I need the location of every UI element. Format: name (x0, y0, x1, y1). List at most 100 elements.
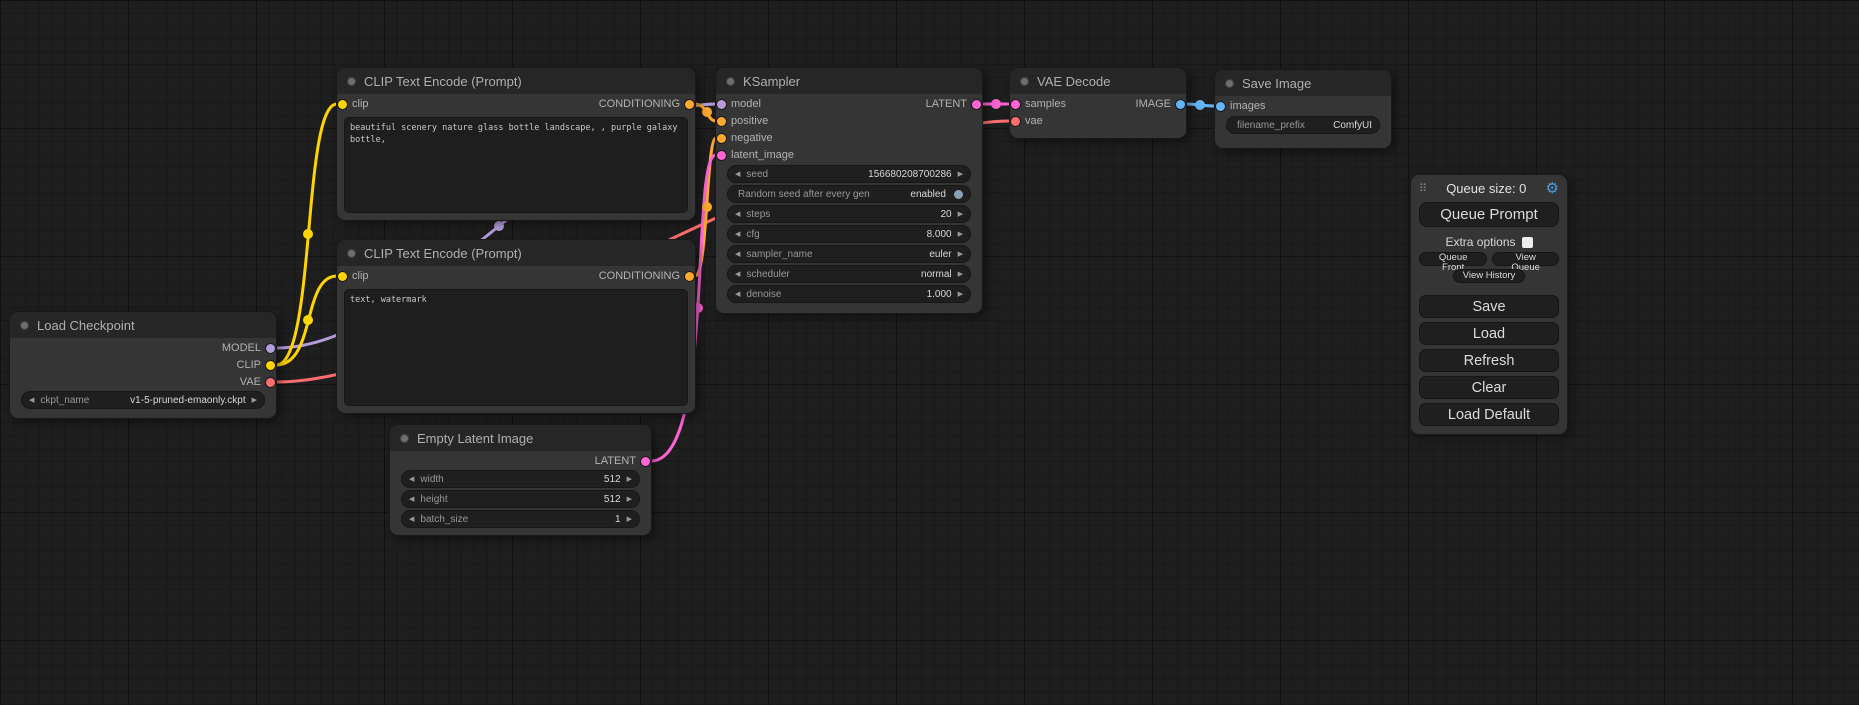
increment-icon[interactable]: ▶ (627, 516, 632, 523)
node-title: VAE Decode (1037, 74, 1110, 89)
output-label-model: MODEL (222, 342, 261, 354)
output-slot-image[interactable] (1176, 100, 1185, 109)
widget-label: filename_prefix (1237, 120, 1305, 131)
queue-front-button[interactable]: Queue Front (1419, 252, 1487, 266)
settings-gear-icon[interactable]: ⚙ (1546, 181, 1559, 196)
widget-seed[interactable]: ◀ seed 156680208700286 ▶ (728, 166, 970, 182)
node-title: Load Checkpoint (37, 318, 135, 333)
node-title-bar[interactable]: Save Image (1215, 70, 1391, 96)
output-label-image: IMAGE (1136, 98, 1171, 110)
prev-value-icon[interactable]: ◀ (29, 397, 34, 404)
collapse-dot-icon[interactable] (400, 434, 409, 443)
view-history-button[interactable]: View History (1453, 269, 1526, 283)
increment-icon[interactable]: ▶ (958, 211, 963, 218)
load-button[interactable]: Load (1419, 322, 1559, 345)
collapse-dot-icon[interactable] (1020, 77, 1029, 86)
collapse-dot-icon[interactable] (726, 77, 735, 86)
node-title-bar[interactable]: KSampler (716, 68, 982, 94)
node-title-bar[interactable]: CLIP Text Encode (Prompt) (337, 240, 695, 266)
clear-button[interactable]: Clear (1419, 376, 1559, 399)
output-slot-clip[interactable] (266, 361, 275, 370)
widget-denoise[interactable]: ◀ denoise 1.000 ▶ (728, 286, 970, 302)
decrement-icon[interactable]: ◀ (735, 231, 740, 238)
increment-icon[interactable]: ▶ (958, 231, 963, 238)
collapse-dot-icon[interactable] (1225, 79, 1234, 88)
collapse-dot-icon[interactable] (347, 249, 356, 258)
output-slot-model[interactable] (266, 344, 275, 353)
queue-prompt-button[interactable]: Queue Prompt (1419, 202, 1559, 227)
refresh-button[interactable]: Refresh (1419, 349, 1559, 372)
extra-options-label: Extra options (1445, 235, 1515, 249)
input-slot-images[interactable] (1216, 102, 1225, 111)
queue-size-label: Queue size: 0 (1427, 181, 1545, 196)
save-button[interactable]: Save (1419, 295, 1559, 318)
link-conditioning-negative-midpoint (702, 202, 712, 212)
decrement-icon[interactable]: ◀ (409, 516, 414, 523)
output-slot-latent[interactable] (972, 100, 981, 109)
widget-width[interactable]: ◀ width 512 ▶ (402, 471, 639, 487)
comfyui-canvas[interactable]: { "icons": { "prev": "◀", "next": "▶", "… (0, 0, 1859, 705)
widget-label: denoise (746, 289, 781, 300)
next-value-icon[interactable]: ▶ (958, 271, 963, 278)
node-title-bar[interactable]: Load Checkpoint (10, 312, 276, 338)
input-slot-model[interactable] (717, 100, 726, 109)
widget-label: seed (746, 169, 768, 180)
increment-icon[interactable]: ▶ (627, 496, 632, 503)
input-slot-clip[interactable] (338, 100, 347, 109)
input-label-clip: clip (352, 98, 369, 110)
drag-handle-icon[interactable]: ⠿ (1419, 182, 1427, 195)
output-slot-vae[interactable] (266, 378, 275, 387)
widget-value: 156680208700286 (868, 169, 951, 180)
input-slot-negative[interactable] (717, 134, 726, 143)
increment-icon[interactable]: ▶ (958, 291, 963, 298)
output-label-conditioning: CONDITIONING (599, 270, 680, 282)
output-slot-conditioning[interactable] (685, 272, 694, 281)
increment-icon[interactable]: ▶ (958, 171, 963, 178)
prev-value-icon[interactable]: ◀ (735, 271, 740, 278)
widget-scheduler[interactable]: ◀ scheduler normal ▶ (728, 266, 970, 282)
node-title-bar[interactable]: CLIP Text Encode (Prompt) (337, 68, 695, 94)
decrement-icon[interactable]: ◀ (735, 291, 740, 298)
widget-batch-size[interactable]: ◀ batch_size 1 ▶ (402, 511, 639, 527)
next-value-icon[interactable]: ▶ (252, 397, 257, 404)
link-clip-negative (276, 276, 337, 365)
widget-cfg[interactable]: ◀ cfg 8.000 ▶ (728, 226, 970, 242)
widget-label: height (420, 494, 447, 505)
node-title-bar[interactable]: Empty Latent Image (390, 425, 651, 451)
widget-sampler-name[interactable]: ◀ sampler_name euler ▶ (728, 246, 970, 262)
negative-prompt-textarea[interactable]: text, watermark (345, 290, 687, 405)
decrement-icon[interactable]: ◀ (735, 171, 740, 178)
widget-random-seed[interactable]: Random seed after every gen enabled (728, 186, 970, 202)
next-value-icon[interactable]: ▶ (958, 251, 963, 258)
node-save-image: Save Image images filename_prefix ComfyU… (1215, 70, 1391, 148)
extra-options-row: Extra options (1419, 235, 1559, 249)
decrement-icon[interactable]: ◀ (409, 496, 414, 503)
node-empty-latent-image: Empty Latent Image LATENT ◀ width 512 ▶ … (390, 425, 651, 535)
widget-height[interactable]: ◀ height 512 ▶ (402, 491, 639, 507)
input-slot-latent-image[interactable] (717, 151, 726, 160)
widget-filename-prefix[interactable]: filename_prefix ComfyUI (1227, 117, 1379, 133)
increment-icon[interactable]: ▶ (627, 476, 632, 483)
load-default-button[interactable]: Load Default (1419, 403, 1559, 426)
input-slot-vae[interactable] (1011, 117, 1020, 126)
input-slot-samples[interactable] (1011, 100, 1020, 109)
collapse-dot-icon[interactable] (347, 77, 356, 86)
output-slot-latent[interactable] (641, 457, 650, 466)
positive-prompt-textarea[interactable]: beautiful scenery nature glass bottle la… (345, 118, 687, 212)
node-vae-decode: VAE Decode samples IMAGE vae (1010, 68, 1186, 138)
prev-value-icon[interactable]: ◀ (735, 251, 740, 258)
output-label-latent: LATENT (595, 455, 636, 467)
extra-options-checkbox[interactable] (1522, 237, 1533, 248)
input-slot-clip[interactable] (338, 272, 347, 281)
decrement-icon[interactable]: ◀ (735, 211, 740, 218)
widget-ckpt-name[interactable]: ◀ ckpt_name v1-5-pruned-emaonly.ckpt ▶ (22, 392, 264, 408)
node-title-bar[interactable]: VAE Decode (1010, 68, 1186, 94)
collapse-dot-icon[interactable] (20, 321, 29, 330)
node-title: KSampler (743, 74, 800, 89)
output-slot-conditioning[interactable] (685, 100, 694, 109)
input-slot-positive[interactable] (717, 117, 726, 126)
widget-steps[interactable]: ◀ steps 20 ▶ (728, 206, 970, 222)
toggle-dot-icon[interactable] (954, 190, 963, 199)
view-queue-button[interactable]: View Queue (1492, 252, 1559, 266)
decrement-icon[interactable]: ◀ (409, 476, 414, 483)
